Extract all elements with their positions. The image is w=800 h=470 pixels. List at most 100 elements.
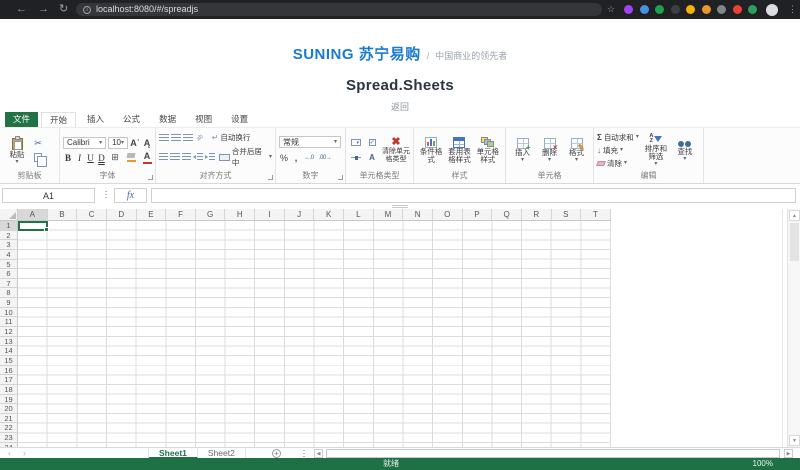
scroll-left-icon[interactable]: ◀: [314, 449, 323, 458]
vertical-scrollbar-thumb[interactable]: [790, 223, 799, 261]
formula-bar-resize-handle[interactable]: [392, 205, 408, 208]
increase-font-button[interactable]: Aʾ: [130, 136, 140, 149]
row-header-17[interactable]: 17: [0, 375, 18, 385]
increase-indent-icon[interactable]: [205, 153, 215, 161]
cell-style-button[interactable]: 单元格样式: [474, 137, 502, 164]
font-size-select[interactable]: 10 ▾: [108, 137, 128, 149]
extension-icon[interactable]: [748, 5, 757, 14]
dialog-launcher-icon[interactable]: [338, 175, 343, 180]
row-header-19[interactable]: 19: [0, 395, 18, 405]
active-cell-selection[interactable]: [18, 221, 48, 231]
row-header-7[interactable]: 7: [0, 279, 18, 289]
ribbon-tab-文件[interactable]: 文件: [5, 112, 38, 127]
name-box[interactable]: A1: [2, 188, 95, 203]
label-celltype-button[interactable]: A: [365, 151, 379, 164]
row-header-2[interactable]: 2: [0, 231, 18, 241]
row-header-18[interactable]: 18: [0, 385, 18, 395]
comma-style-button[interactable]: ,: [293, 151, 299, 164]
paste-button[interactable]: 粘贴 ▾: [3, 136, 31, 165]
extension-icon[interactable]: [671, 5, 680, 14]
column-header-T[interactable]: T: [581, 209, 611, 221]
number-format-select[interactable]: 常规 ▾: [279, 136, 341, 148]
dialog-launcher-icon[interactable]: [268, 175, 273, 180]
ribbon-tab-公式[interactable]: 公式: [115, 112, 148, 127]
bookmark-star-icon[interactable]: ☆: [607, 0, 615, 19]
clear-celltype-button[interactable]: ✖ 清除单元格类型: [382, 137, 410, 163]
checkbox-celltype-button[interactable]: ✓: [365, 136, 379, 149]
reload-icon[interactable]: ↻: [59, 0, 68, 19]
borders-button[interactable]: ⊞: [108, 151, 122, 164]
column-header-I[interactable]: I: [255, 209, 285, 221]
clear-button[interactable]: 清除 ▾: [597, 158, 639, 169]
row-header-6[interactable]: 6: [0, 269, 18, 279]
scroll-down-icon[interactable]: ▼: [789, 435, 800, 446]
column-header-J[interactable]: J: [285, 209, 315, 221]
ribbon-tab-插入[interactable]: 插入: [79, 112, 112, 127]
bold-button[interactable]: B: [63, 151, 73, 164]
align-top-icon[interactable]: [159, 134, 169, 142]
extension-icon[interactable]: [655, 5, 664, 14]
align-center-icon[interactable]: [170, 153, 179, 161]
row-header-21[interactable]: 21: [0, 414, 18, 424]
italic-button[interactable]: I: [75, 151, 84, 164]
scroll-right-icon[interactable]: ▶: [784, 449, 793, 458]
column-header-H[interactable]: H: [225, 209, 255, 221]
fill-button[interactable]: ↓ 填充 ▾: [597, 145, 639, 156]
format-cells-button[interactable]: ✎ 格式 ▾: [564, 138, 590, 163]
sort-filter-button[interactable]: AZ 排序和筛选 ▾: [642, 134, 670, 167]
row-header-3[interactable]: 3: [0, 240, 18, 250]
increase-decimal-icon[interactable]: ←.0: [303, 151, 315, 164]
extension-icon[interactable]: [733, 5, 742, 14]
cut-button[interactable]: ✂: [31, 137, 45, 150]
conditional-format-button[interactable]: 条件格式: [417, 137, 445, 164]
url-text[interactable]: localhost:8080/#/spreadjs: [96, 3, 198, 16]
site-info-icon[interactable]: i: [83, 6, 91, 14]
column-header-K[interactable]: K: [314, 209, 344, 221]
column-header-N[interactable]: N: [403, 209, 433, 221]
row-header-1[interactable]: 1: [0, 221, 18, 231]
extension-icon[interactable]: [624, 5, 633, 14]
column-header-A[interactable]: A: [18, 209, 48, 221]
scroll-up-icon[interactable]: ▲: [789, 210, 800, 221]
merge-center-button[interactable]: 合并后居中 ▾: [219, 146, 272, 168]
wrap-text-button[interactable]: ↵ 自动换行: [212, 132, 251, 143]
column-header-P[interactable]: P: [463, 209, 493, 221]
find-button[interactable]: 查找 ▾: [673, 139, 697, 162]
slider-celltype-button[interactable]: [349, 151, 363, 164]
extension-icon[interactable]: [640, 5, 649, 14]
fx-button[interactable]: fx: [114, 188, 147, 203]
formula-input[interactable]: [151, 188, 796, 203]
horizontal-scrollbar[interactable]: [326, 449, 780, 458]
combo-celltype-button[interactable]: ▾: [349, 136, 363, 149]
address-bar[interactable]: i localhost:8080/#/spreadjs: [76, 3, 602, 16]
align-right-icon[interactable]: [182, 153, 191, 161]
delete-cells-button[interactable]: × 删除 ▾: [537, 138, 563, 163]
vertical-scrollbar[interactable]: ▲ ▼: [787, 209, 800, 447]
font-family-select[interactable]: Calibri ▾: [63, 137, 106, 149]
autosum-button[interactable]: Σ 自动求和 ▾: [597, 132, 639, 143]
column-header-Q[interactable]: Q: [492, 209, 522, 221]
column-header-G[interactable]: G: [196, 209, 226, 221]
fill-color-button[interactable]: [124, 151, 138, 164]
select-all-corner[interactable]: [0, 209, 18, 221]
profile-avatar[interactable]: [766, 4, 778, 16]
column-header-M[interactable]: M: [374, 209, 404, 221]
extension-icon[interactable]: [702, 5, 711, 14]
font-color-button[interactable]: A: [140, 151, 154, 164]
extension-icon[interactable]: [717, 5, 726, 14]
dialog-launcher-icon[interactable]: [148, 175, 153, 180]
row-header-4[interactable]: 4: [0, 250, 18, 260]
decrease-indent-icon[interactable]: [193, 153, 203, 161]
percent-style-button[interactable]: %: [279, 151, 289, 164]
row-header-5[interactable]: 5: [0, 260, 18, 270]
row-header-22[interactable]: 22: [0, 423, 18, 433]
align-left-icon[interactable]: [159, 153, 168, 161]
column-header-C[interactable]: C: [77, 209, 107, 221]
column-header-F[interactable]: F: [166, 209, 196, 221]
orientation-icon[interactable]: ab: [196, 133, 205, 142]
double-underline-button[interactable]: D: [97, 151, 106, 164]
ribbon-tab-数据[interactable]: 数据: [151, 112, 184, 127]
grid-cells[interactable]: [18, 221, 611, 447]
row-header-13[interactable]: 13: [0, 337, 18, 347]
column-header-R[interactable]: R: [522, 209, 552, 221]
